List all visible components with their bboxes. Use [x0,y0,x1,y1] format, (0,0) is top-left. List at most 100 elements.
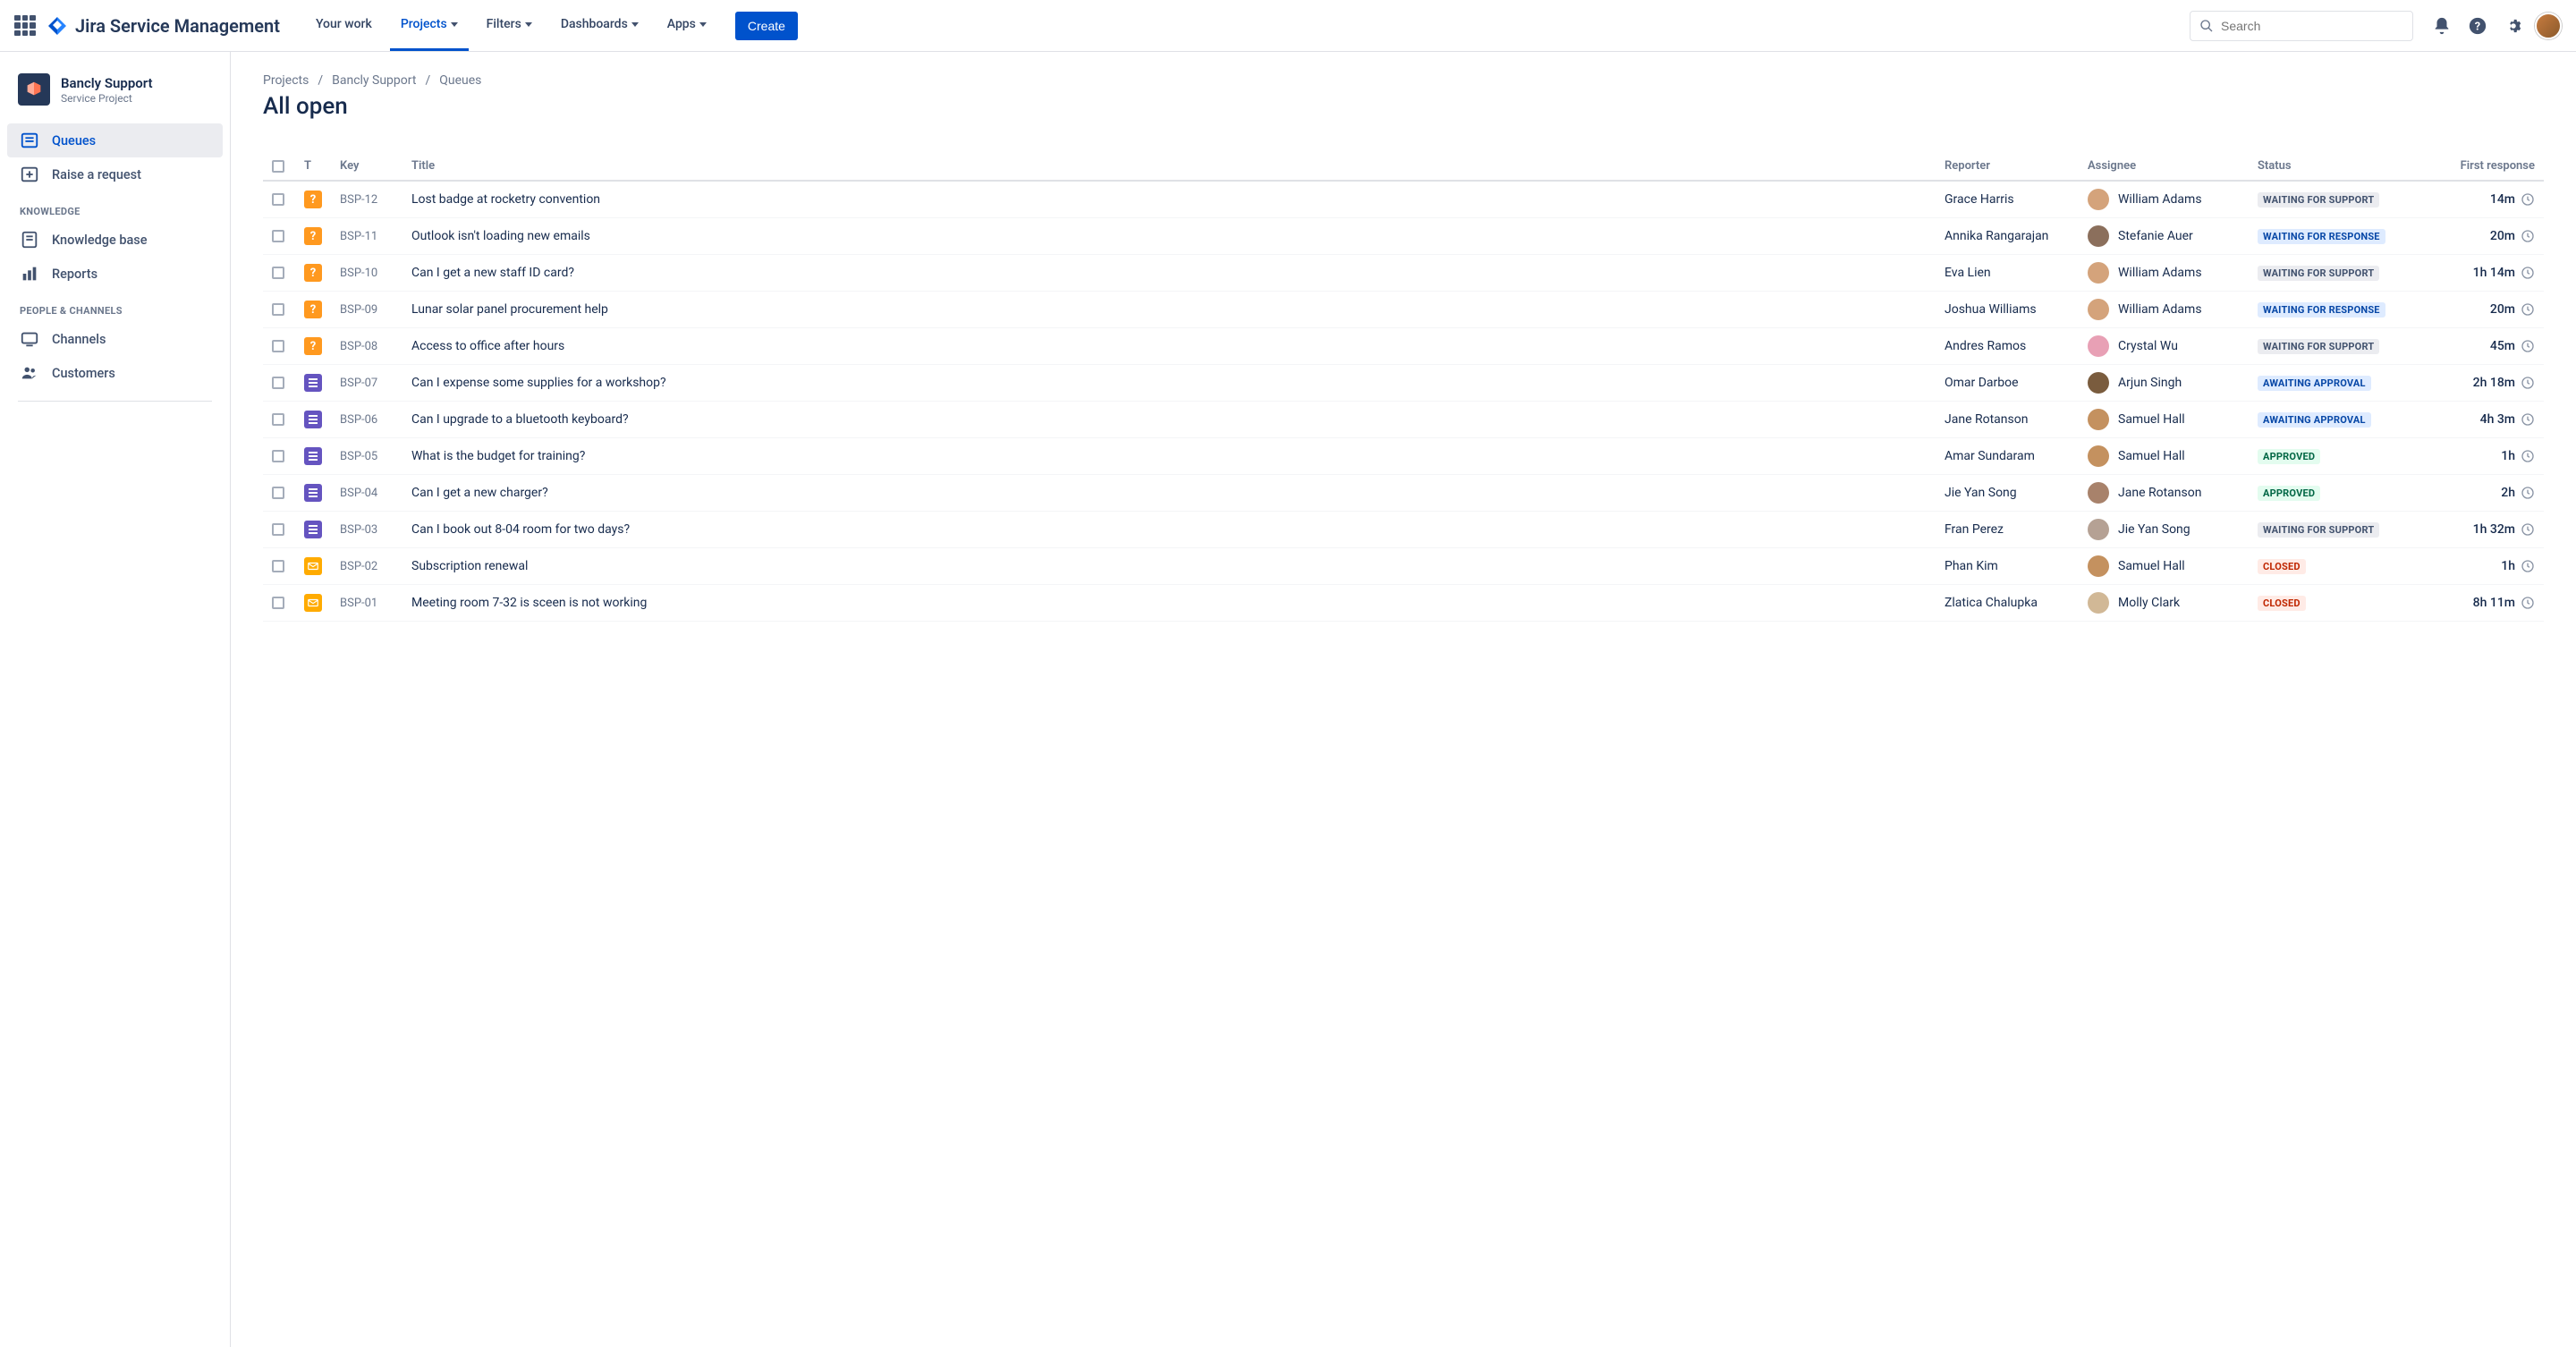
sidebar-item-queues[interactable]: Queues [7,123,223,157]
issue-title[interactable]: Lunar solar panel procurement help [411,302,608,317]
assignee-avatar[interactable] [2088,225,2109,247]
notifications-icon[interactable] [2428,12,2456,40]
nav-filters[interactable]: Filters [476,0,543,51]
assignee-avatar[interactable] [2088,335,2109,357]
assignee-avatar[interactable] [2088,555,2109,577]
assignee-avatar[interactable] [2088,445,2109,467]
issue-key[interactable]: BSP-08 [331,328,402,365]
issue-key[interactable]: BSP-07 [331,365,402,402]
table-row[interactable]: ?BSP-11Outlook isn't loading new emailsA… [263,218,2544,255]
breadcrumb-project[interactable]: Bancly Support [332,73,416,88]
settings-icon[interactable] [2499,12,2528,40]
nav-dashboards[interactable]: Dashboards [550,0,649,51]
issue-key[interactable]: BSP-04 [331,475,402,512]
create-button[interactable]: Create [735,12,798,40]
row-checkbox[interactable] [272,377,284,389]
col-first-response[interactable]: First response [2428,152,2544,181]
row-checkbox[interactable] [272,267,284,279]
sidebar-item-channels[interactable]: Channels [7,322,223,356]
col-key[interactable]: Key [331,152,402,181]
search-box[interactable] [2190,11,2413,41]
issue-title[interactable]: Outlook isn't loading new emails [411,229,590,243]
breadcrumb-section[interactable]: Queues [439,73,481,88]
sidebar-item-knowledge-base[interactable]: Knowledge base [7,223,223,257]
assignee-avatar[interactable] [2088,189,2109,210]
sidebar-item-raise-request[interactable]: Raise a request [7,157,223,191]
table-row[interactable]: ?BSP-08Access to office after hoursAndre… [263,328,2544,365]
table-row[interactable]: ?BSP-09Lunar solar panel procurement hel… [263,292,2544,328]
app-switcher-icon[interactable] [14,15,36,37]
issue-key[interactable]: BSP-01 [331,585,402,622]
help-icon[interactable]: ? [2463,12,2492,40]
product-name: Jira Service Management [75,15,280,37]
issue-title[interactable]: Can I get a new staff ID card? [411,266,574,280]
issue-key[interactable]: BSP-10 [331,255,402,292]
issue-key[interactable]: BSP-11 [331,218,402,255]
row-checkbox[interactable] [272,303,284,316]
table-row[interactable]: BSP-07 Can I expense some supplies for a … [263,365,2544,402]
assignee-avatar[interactable] [2088,372,2109,394]
sidebar-item-reports[interactable]: Reports [7,257,223,291]
sidebar-divider [18,401,212,402]
issue-key[interactable]: BSP-12 [331,181,402,218]
first-response-value: 45m [2490,339,2535,353]
search-input[interactable] [2221,19,2403,33]
issue-key[interactable]: BSP-02 [331,548,402,585]
nav-projects[interactable]: Projects [390,0,469,51]
row-checkbox[interactable] [272,487,284,499]
table-row[interactable]: ?BSP-12Lost badge at rocketry convention… [263,181,2544,218]
sidebar-item-customers[interactable]: Customers [7,356,223,390]
table-row[interactable]: BSP-01 Meeting room 7-32 is sceen is not … [263,585,2544,622]
reporter-name: Annika Rangarajan [1936,218,2079,255]
assignee-avatar[interactable] [2088,409,2109,430]
issue-key[interactable]: BSP-06 [331,402,402,438]
row-checkbox[interactable] [272,597,284,609]
col-type[interactable]: T [295,152,331,181]
assignee-avatar[interactable] [2088,299,2109,320]
assignee-avatar[interactable] [2088,592,2109,614]
nav-your-work[interactable]: Your work [305,0,383,51]
table-row[interactable]: BSP-06 Can I upgrade to a bluetooth keybo… [263,402,2544,438]
issue-title[interactable]: Can I upgrade to a bluetooth keyboard? [411,412,629,427]
row-checkbox[interactable] [272,193,284,206]
row-checkbox[interactable] [272,523,284,536]
table-row[interactable]: BSP-05What is the budget for training?Am… [263,438,2544,475]
table-row[interactable]: BSP-04Can I get a new charger?Jie Yan So… [263,475,2544,512]
breadcrumb-projects[interactable]: Projects [263,73,309,88]
table-row[interactable]: BSP-02Subscription renewalPhan KimSamuel… [263,548,2544,585]
issue-title[interactable]: Subscription renewal [411,559,528,573]
assignee-avatar[interactable] [2088,482,2109,504]
issue-title[interactable]: What is the budget for training? [411,449,585,463]
assignee-avatar[interactable] [2088,262,2109,284]
assignee-avatar[interactable] [2088,519,2109,540]
user-avatar[interactable] [2535,13,2562,39]
row-checkbox[interactable] [272,560,284,572]
table-row[interactable]: BSP-03 Can I book out 8-04 room for two d… [263,512,2544,548]
col-status[interactable]: Status [2249,152,2428,181]
primary-nav: Your work Projects Filters Dashboards Ap… [305,0,717,51]
col-reporter[interactable]: Reporter [1936,152,2079,181]
issue-title[interactable]: Access to office after hours [411,339,564,353]
issue-key[interactable]: BSP-09 [331,292,402,328]
col-title[interactable]: Title [402,152,1936,181]
product-logo[interactable]: Jira Service Management [47,15,280,37]
select-all-checkbox[interactable] [272,160,284,173]
row-checkbox[interactable] [272,230,284,242]
first-response-value: 2h [2501,486,2535,500]
issue-title[interactable]: Can I expense some supplies for a worksh… [411,376,666,390]
col-assignee[interactable]: Assignee [2079,152,2249,181]
first-response-value: 1h [2501,449,2535,463]
reports-icon [20,264,39,284]
issue-title[interactable]: Meeting room 7-32 is sceen is not workin… [411,596,647,610]
issue-key[interactable]: BSP-03 [331,512,402,548]
row-checkbox[interactable] [272,340,284,352]
project-header[interactable]: Bancly Support Service Project [7,66,223,113]
row-checkbox[interactable] [272,413,284,426]
issue-title[interactable]: Can I book out 8-04 room for two days? [411,522,630,537]
table-row[interactable]: ?BSP-10Can I get a new staff ID card?Eva… [263,255,2544,292]
row-checkbox[interactable] [272,450,284,462]
issue-title[interactable]: Lost badge at rocketry convention [411,192,600,207]
issue-key[interactable]: BSP-05 [331,438,402,475]
issue-title[interactable]: Can I get a new charger? [411,486,548,500]
nav-apps[interactable]: Apps [657,0,717,51]
